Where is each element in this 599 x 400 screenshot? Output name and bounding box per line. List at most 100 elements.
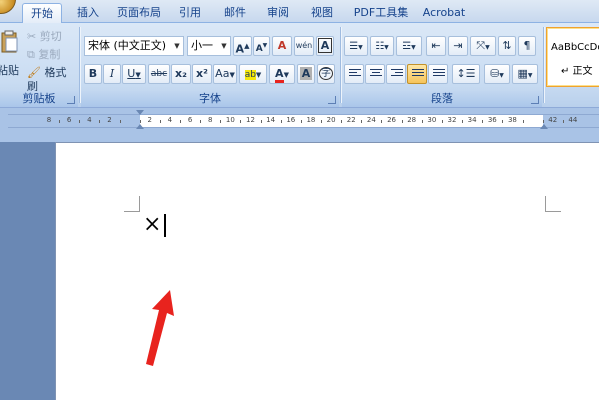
italic-button[interactable]: I	[103, 64, 121, 84]
numbered-list-icon: ☷	[375, 41, 385, 52]
chinese-layout-button[interactable]: ⤧▼	[470, 36, 496, 56]
ruler-tick	[300, 120, 302, 123]
ruler-number: 12	[246, 116, 255, 124]
tab-mailings[interactable]: 邮件	[217, 3, 253, 23]
bullets-button[interactable]: ☰▼	[344, 36, 368, 56]
change-case-button[interactable]: Aa▼	[213, 64, 237, 84]
align-right-button[interactable]	[386, 64, 406, 84]
superscript-button[interactable]: x²	[192, 64, 212, 84]
borders-button[interactable]: ▦▼	[512, 64, 538, 84]
ruler-tick	[562, 120, 564, 123]
copy-button[interactable]: ⧉ 复制	[26, 47, 72, 63]
character-shading-button[interactable]: A	[297, 64, 315, 84]
paste-label: 粘贴	[0, 64, 19, 77]
tab-home[interactable]: 开始	[22, 3, 62, 23]
ruler-tick	[542, 120, 544, 123]
tab-review[interactable]: 审阅	[260, 3, 296, 23]
ruler-tick	[159, 120, 161, 123]
paragraph-group-label: 段落	[342, 91, 542, 107]
distributed-button[interactable]	[428, 64, 448, 84]
subscript-button[interactable]: x₂	[171, 64, 191, 84]
paragraph-group: ☰▼ ☷▼ ☲▼ ⇤ ⇥ ⤧▼ ⇅ ¶ ↕☰ ⛁▼ ▦▼ 段落	[342, 25, 542, 107]
phonetic-guide-button[interactable]: wén	[294, 36, 314, 56]
ruler-tick	[99, 120, 101, 123]
font-size-combo[interactable]: 小一 ▼	[187, 36, 231, 56]
ruler-tick	[179, 120, 181, 123]
bold-button[interactable]: B	[84, 64, 102, 84]
align-center-button[interactable]	[365, 64, 385, 84]
text-cursor	[164, 214, 166, 237]
chevron-down-icon[interactable]: ▼	[171, 37, 183, 55]
outdent-icon: ⇤	[431, 39, 441, 52]
margin-corner-top-left	[124, 196, 140, 212]
numbering-button[interactable]: ☷▼	[370, 36, 394, 56]
tab-page-layout[interactable]: 页面布局	[113, 3, 165, 23]
font-dialog-launcher[interactable]	[328, 96, 336, 104]
ruler-number: 22	[346, 116, 356, 124]
shrink-font-button[interactable]: A▼	[253, 36, 270, 56]
line-spacing-button[interactable]: ↕☰	[452, 64, 480, 84]
document-text[interactable]: ×	[143, 213, 161, 237]
char-border-icon: A	[317, 38, 333, 53]
shading-button[interactable]: ⛁▼	[484, 64, 510, 84]
font-name-value: 宋体 (中文正文)	[88, 39, 167, 52]
indent-icon: ⇥	[453, 39, 463, 52]
font-name-combo[interactable]: 宋体 (中文正文) ▼	[84, 36, 184, 56]
first-line-indent-marker[interactable]	[136, 110, 144, 115]
underline-button[interactable]: U▼	[122, 64, 146, 84]
ruler-number: 8	[207, 116, 213, 124]
tab-pdf-tools[interactable]: PDF工具集	[350, 3, 412, 23]
decrease-indent-button[interactable]: ⇤	[426, 36, 446, 56]
clipboard-group: 粘贴 ✂ 剪切 ⧉ 复制 🖌 格式刷 剪贴板	[0, 25, 78, 107]
paste-button[interactable]: 粘贴	[0, 27, 20, 77]
ruler-number: 20	[326, 116, 336, 124]
clear-format-button[interactable]: A	[272, 36, 292, 56]
document-page[interactable]	[55, 142, 599, 400]
horizontal-ruler[interactable]: 8 6 4 2 2 4 6 8 10 12 14 16 18 20 22 24 26 28 30 32 34 36 38 42…	[8, 114, 599, 128]
grow-font-button[interactable]: A▲	[233, 36, 252, 56]
ribbon-tab-strip: 开始 插入 页面布局 引用 邮件 审阅 视图 PDF工具集 Acrobat	[0, 0, 599, 23]
tab-view[interactable]: 视图	[304, 3, 340, 23]
ruler-number: 30	[427, 116, 437, 124]
tab-acrobat[interactable]: Acrobat	[420, 3, 468, 23]
hanging-indent-marker[interactable]	[136, 124, 144, 129]
highlight-button[interactable]: ab▼	[239, 64, 267, 84]
enclose-characters-button[interactable]: 字	[317, 64, 335, 84]
cut-button[interactable]: ✂ 剪切	[26, 29, 72, 45]
bullet-list-icon: ☰	[349, 41, 359, 52]
character-border-button[interactable]: A	[316, 36, 334, 56]
justify-button[interactable]	[407, 64, 427, 84]
ruler-number: 14	[266, 116, 276, 124]
ruler-number: 26	[387, 116, 397, 124]
office-button[interactable]	[0, 0, 16, 14]
ruler-number: 36	[487, 116, 497, 124]
style-gallery-normal[interactable]: AaBbCcDd ↵ 正文	[546, 27, 599, 87]
chevron-down-icon[interactable]: ▼	[218, 37, 230, 55]
enclose-icon: 字	[319, 67, 333, 80]
ruler-tick	[139, 120, 141, 123]
bold-icon: B	[88, 67, 98, 80]
shrink-font-icon: A	[255, 44, 263, 54]
font-size-value: 小一	[191, 39, 213, 52]
align-center-icon	[370, 69, 382, 79]
ruler-tick	[119, 120, 121, 123]
show-hide-marks-button[interactable]: ¶	[518, 36, 536, 56]
align-left-button[interactable]	[344, 64, 364, 84]
ribbon: 粘贴 ✂ 剪切 ⧉ 复制 🖌 格式刷 剪贴板 宋体 (中文正文) ▼ 小一 ▼ …	[0, 23, 599, 108]
clipboard-dialog-launcher[interactable]	[67, 96, 75, 104]
style-name: ↵ 正文	[561, 66, 593, 77]
tab-insert[interactable]: 插入	[70, 3, 106, 23]
increase-indent-button[interactable]: ⇥	[448, 36, 468, 56]
ruler-tick	[421, 120, 423, 123]
ruler-tick	[441, 120, 443, 123]
ruler-number: 8	[46, 116, 52, 124]
format-painter-button[interactable]: 🖌 格式刷	[26, 65, 76, 93]
font-color-button[interactable]: A▼	[269, 64, 295, 84]
multilevel-list-button[interactable]: ☲▼	[396, 36, 422, 56]
right-indent-marker[interactable]	[540, 124, 548, 129]
strikethrough-button[interactable]: abc	[148, 64, 170, 84]
tab-references[interactable]: 引用	[172, 3, 208, 23]
margin-corner-top-right	[545, 196, 561, 212]
paragraph-dialog-launcher[interactable]	[531, 96, 539, 104]
sort-button[interactable]: ⇅	[498, 36, 516, 56]
